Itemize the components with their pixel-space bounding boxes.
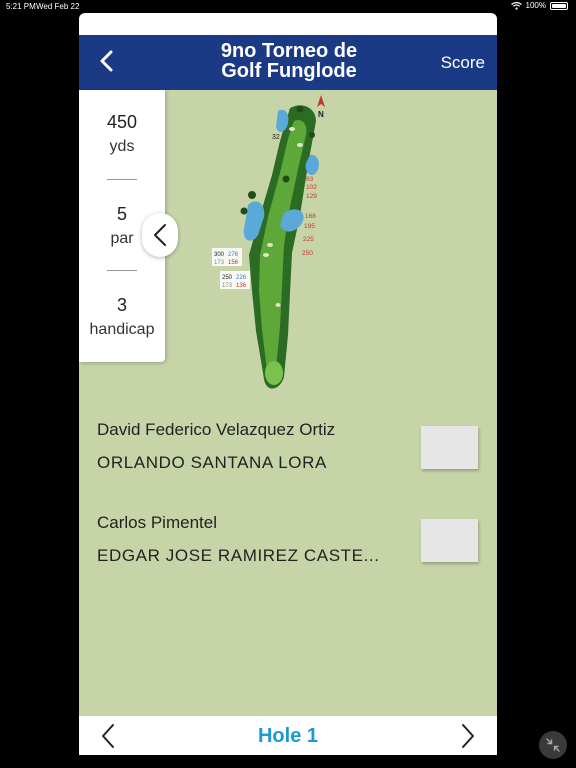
map-distance-label: 129: [306, 193, 317, 200]
wifi-icon: [510, 1, 522, 10]
title-line-2: Golf Funglode: [221, 60, 357, 82]
next-chevron-icon[interactable]: [459, 723, 477, 749]
map-distance-label: 156: [228, 260, 239, 266]
hole-map: N 32 83 102 129 168 195 225 250 300 276 …: [212, 95, 325, 389]
status-date: Wed Feb 22: [36, 2, 80, 11]
score-input[interactable]: [421, 519, 478, 562]
minimize-button[interactable]: [539, 731, 567, 759]
map-distance-label: 168: [305, 213, 316, 220]
map-distance-label: 250: [222, 275, 233, 281]
map-distance-label: 195: [304, 223, 315, 230]
map-distance-label: 225: [303, 236, 314, 243]
hole-distance: 450: [106, 112, 138, 132]
compass-label: N: [318, 110, 324, 119]
map-label: 32: [272, 134, 280, 141]
status-right: 100%: [510, 1, 568, 10]
title-line-1: 9no Torneo de: [220, 40, 358, 62]
score-button[interactable]: Score: [441, 53, 485, 73]
map-distance-label: 136: [236, 283, 247, 289]
collapse-info-button[interactable]: [142, 213, 178, 257]
course-view: 450 yds 5 par 3 handicap N 32 83 102 129…: [79, 90, 497, 716]
player-name: David Federico Velazquez Ortiz: [97, 420, 336, 439]
header-bar: 9no Torneo de Golf Funglode Score: [79, 35, 497, 90]
hole-navigation: Hole 1: [79, 716, 497, 755]
player-name: Carlos Pimentel: [97, 513, 217, 532]
battery-percent: 100%: [525, 1, 546, 10]
map-distance-label: 250: [302, 250, 313, 257]
page-title: 9no Torneo de Golf Funglode: [167, 41, 411, 81]
hole-handicap-label: handicap: [89, 321, 155, 338]
map-distance-label: 102: [306, 184, 317, 191]
map-distance-label: 173: [222, 283, 233, 289]
score-input[interactable]: [421, 426, 478, 469]
collapse-chevron-icon: [154, 224, 166, 246]
hole-label: Hole 1: [257, 725, 319, 747]
back-chevron-icon[interactable]: [93, 46, 123, 76]
divider: [107, 270, 137, 271]
map-distance-label: 173: [214, 260, 225, 266]
map-distance-label: 276: [228, 252, 239, 258]
hole-distance-unit: yds: [109, 138, 135, 155]
map-distance-label: 300: [214, 252, 225, 258]
player-name: ORLANDO SANTANA LORA: [97, 453, 327, 472]
compass-icon: N: [317, 95, 325, 119]
status-bar: 5:21 PM Wed Feb 22 100%: [0, 0, 576, 12]
app-sheet: 9no Torneo de Golf Funglode Score 450 yd…: [79, 13, 497, 755]
map-distance-label: 83: [306, 176, 314, 183]
hole-handicap: 3: [116, 295, 127, 315]
map-distance-label: 226: [236, 275, 247, 281]
divider: [107, 179, 137, 180]
battery-icon: [550, 1, 568, 10]
player-name: EDGAR JOSE RAMIREZ CASTE...: [97, 546, 380, 565]
minimize-icon: [546, 738, 560, 752]
status-time: 5:21 PM: [6, 2, 36, 11]
